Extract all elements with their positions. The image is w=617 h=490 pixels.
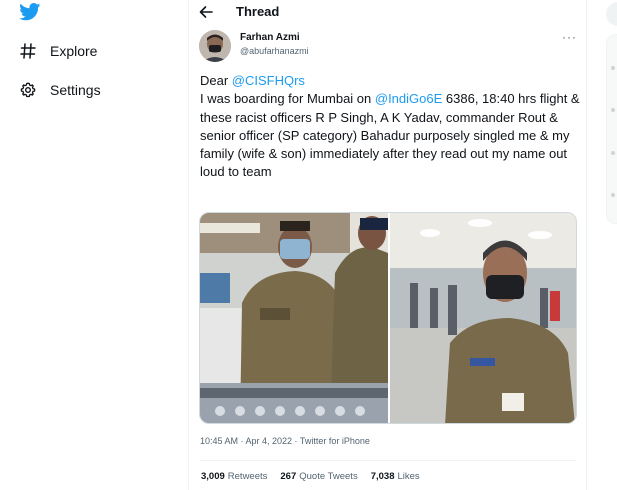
- tweet-timestamp[interactable]: 10:45 AM · Apr 4, 2022 · Twitter for iPh…: [200, 436, 370, 446]
- author-name[interactable]: Farhan Azmi: [240, 32, 300, 43]
- twitter-bird-icon[interactable]: [19, 3, 41, 21]
- arrow-left-icon[interactable]: [199, 3, 219, 21]
- sidebar-dot: [611, 66, 615, 70]
- stat-label: Retweets: [227, 471, 268, 482]
- likes-stat[interactable]: 7,038 Likes: [371, 471, 420, 482]
- thread-column: Thread Farhan Azmi @abufarhanazmi ··· De…: [188, 0, 587, 490]
- page-title: Thread: [236, 4, 280, 19]
- sidebar-dot: [611, 108, 615, 112]
- thread-header: Thread: [189, 0, 586, 26]
- tweet-text-part: I was boarding for Mumbai on: [200, 91, 375, 107]
- stat-label: Quote Tweets: [299, 471, 358, 482]
- stat-count: 7,038: [370, 471, 395, 482]
- gear-icon: [18, 80, 38, 100]
- tweet-photo[interactable]: [200, 213, 388, 423]
- tweet-text-greeting: Dear: [200, 73, 232, 88]
- sidebar-dot: [611, 193, 615, 197]
- nav-item-explore[interactable]: Explore: [18, 38, 97, 64]
- avatar[interactable]: [199, 30, 231, 62]
- mention-link[interactable]: @IndiGo6E: [375, 91, 442, 106]
- left-navigation: Explore Settings: [0, 0, 188, 490]
- quote-tweets-stat[interactable]: 267 Quote Tweets: [280, 471, 357, 482]
- search-bubble[interactable]: [606, 2, 617, 26]
- tweet-text: Dear @CISFHQrs I was boarding for Mumbai …: [200, 72, 584, 182]
- nav-item-label: Explore: [50, 43, 98, 59]
- nav-item-settings[interactable]: Settings: [18, 77, 101, 103]
- more-options-icon[interactable]: ···: [562, 30, 577, 44]
- hashtag-icon: [18, 41, 38, 61]
- mention-link[interactable]: @CISFHQrs: [232, 73, 305, 88]
- retweets-stat[interactable]: 3,009 Retweets: [201, 471, 267, 482]
- tweet-media: [199, 212, 577, 424]
- stat-label: Likes: [397, 471, 420, 482]
- nav-item-label: Settings: [50, 82, 101, 98]
- divider: [200, 460, 576, 461]
- author-handle[interactable]: @abufarhanazmi: [240, 46, 309, 56]
- sidebar-dot: [611, 151, 615, 155]
- stat-count: 267: [280, 471, 297, 482]
- stat-count: 3,009: [201, 471, 225, 482]
- tweet-stats: 3,009 Retweets 267 Quote Tweets 7,038 Likes: [201, 471, 433, 482]
- tweet-photo[interactable]: [390, 213, 576, 423]
